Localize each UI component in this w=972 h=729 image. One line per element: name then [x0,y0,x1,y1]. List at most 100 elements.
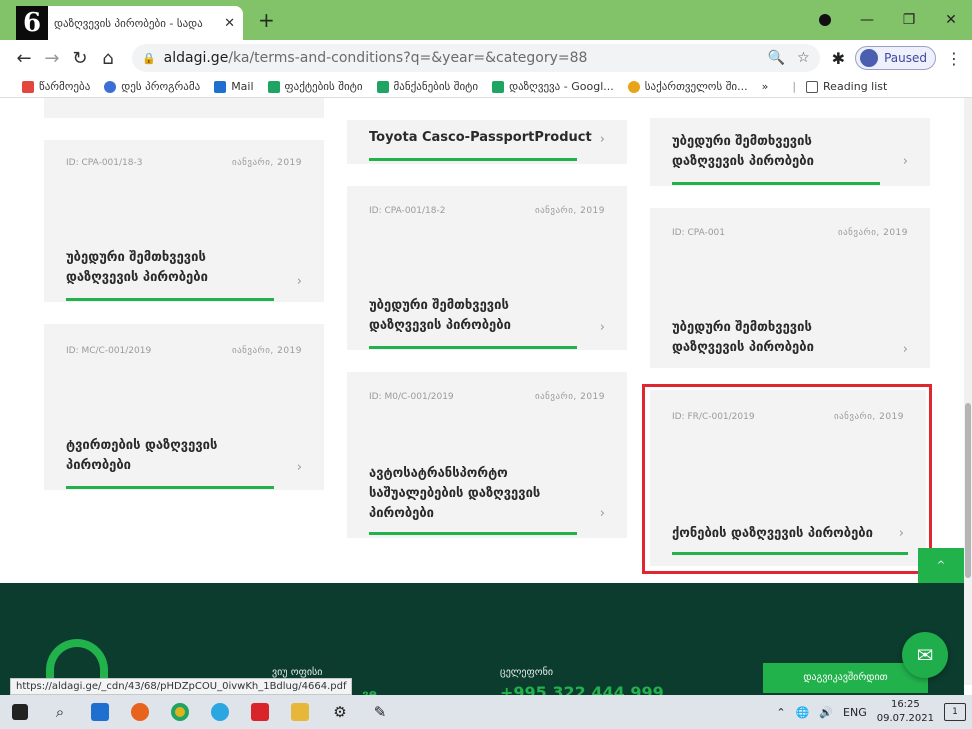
contact-us-button[interactable]: დაგვიკავშირდით [763,663,928,693]
bookmarks-overflow-icon[interactable]: » [762,80,769,93]
clock-time: 16:25 [890,699,920,710]
avatar [860,49,879,67]
card-date: იანვარი, 2019 [231,158,302,168]
card-underline [66,486,274,489]
language-indicator[interactable]: ENG [843,706,867,719]
chrome-icon[interactable] [160,695,200,729]
card-title[interactable]: Toyota Casco-PassportProduct [369,128,599,148]
browser-menu-icon[interactable]: ⋮ [946,49,962,68]
bookmark-item[interactable]: წარმოება [22,80,90,93]
chevron-right-icon[interactable]: › [903,342,908,357]
windows-start-icon[interactable] [0,695,40,729]
maximize-button[interactable]: ❐ [888,12,930,28]
scroll-to-top-button[interactable]: ^ [918,548,964,584]
tab-title: დაზღვევის პირობები - სადა [54,16,203,30]
tab-close-icon[interactable]: ✕ [224,16,235,31]
paint-icon[interactable]: ✎ [360,695,400,729]
terms-card[interactable]: Toyota Casco-PassportProduct › [347,120,627,164]
extensions-puzzle-icon[interactable]: ✱ [832,49,845,68]
chevron-right-icon[interactable]: › [903,154,908,169]
footer-phone[interactable]: +995 322 444 999 [500,683,664,695]
globe-icon [104,80,117,93]
messenger-chat-icon[interactable]: ✉ [902,632,948,678]
terms-card[interactable]: ID: M0/C-001/2019 იანვარი, 2019 ავტოსატრ… [347,372,627,538]
card-date: იანვარი, 2019 [231,346,302,356]
card-id: ID: CPA-001/18-3 [66,158,143,168]
outlook-icon [214,80,227,93]
profile-button[interactable]: Paused [855,46,936,70]
sheets-icon [492,80,505,93]
reading-list-button[interactable]: Reading list [806,80,887,93]
card-title[interactable]: ტვირთების დაზღვევის პირობები [66,436,266,476]
footer-address-label: ვიუ ოფისი [272,667,323,678]
volume-icon[interactable]: 🔊 [819,706,833,719]
bookmark-item[interactable]: დაზღვევა - Googl... [492,80,614,93]
page-scrollbar[interactable] [964,98,972,685]
acrobat-icon[interactable] [240,695,280,729]
skype-icon[interactable] [200,695,240,729]
terms-card[interactable]: ID: CPA-001 იანვარი, 2019 უბედური შემთხვ… [650,208,930,368]
firefox-icon[interactable] [120,695,160,729]
bookmark-item[interactable]: მანქანების შიტი [376,80,478,93]
minimize-button[interactable]: — [846,12,888,28]
address-bar[interactable]: 🔒 aldagi.ge /ka/terms-and-conditions?q=&… [131,44,820,72]
card-title[interactable]: ავტოსატრანსპორტო საშუალებების დაზღვევის … [369,464,579,524]
card-title[interactable]: უბედური შემთხვევის დაზღვევის პირობები [672,318,872,358]
highlight-annotation-box [642,384,932,574]
browser-tab-active[interactable]: დაზღვევის პირობები - სადა ✕ [40,6,243,40]
location-icon [627,80,640,93]
terms-card[interactable]: ID: CPA-001/18-2 იანვარი, 2019 უბედური შ… [347,186,627,350]
sheets-icon [267,80,280,93]
card-id: ID: CPA-001/18-2 [369,206,446,216]
chevron-right-icon[interactable]: › [600,132,605,147]
url-domain: aldagi.ge [163,50,229,66]
card-date: იანვარი, 2019 [837,228,908,238]
terms-card[interactable]: ID: CPA-001/18-3 იანვარი, 2019 უბედური შ… [44,140,324,302]
chevron-right-icon[interactable]: › [600,506,605,521]
back-arrow-icon[interactable]: ← [10,48,38,69]
terms-card[interactable] [44,98,324,118]
settings-gear-icon[interactable]: ⚙ [320,695,360,729]
card-underline [66,298,274,301]
network-icon[interactable]: 🌐 [796,706,810,719]
link-status-bar: https://aldagi.ge/_cdn/43/68/pHDZpCOU_0i… [10,678,353,695]
terms-card[interactable]: ID: MC/C-001/2019 იანვარი, 2019 ტვირთები… [44,324,324,490]
browser-tab-strip: 6 დაზღვევის პირობები - სადა ✕ + — ❐ ✕ [0,0,972,40]
card-id: ID: CPA-001 [672,228,725,238]
forward-arrow-icon[interactable]: → [38,48,66,69]
card-title[interactable]: უბედური შემთხვევის დაზღვევის პირობები [672,132,872,172]
chevron-right-icon[interactable]: › [297,460,302,475]
bookmark-item[interactable]: Mail [214,80,254,93]
divider: | [792,80,797,93]
bookmark-star-icon[interactable]: ☆ [797,50,810,66]
outlook-icon[interactable] [80,695,120,729]
scrollbar-thumb[interactable] [965,403,971,578]
url-path: /ka/terms-and-conditions?q=&year=&catego… [228,50,588,66]
chevron-up-icon[interactable]: ⌃ [776,706,785,719]
zoom-icon[interactable]: 🔍 [768,50,785,66]
card-date: იანვარი, 2019 [534,206,605,216]
chevron-right-icon[interactable]: › [297,274,302,289]
notifications-icon[interactable]: 1 [944,703,966,721]
windows-taskbar: ⌕ ⚙ ✎ ⌃ 🌐 🔊 ENG 16:25 09.07.2021 1 [0,695,972,729]
bookmark-icon [22,80,34,93]
lock-icon[interactable]: 🔒 [142,52,156,65]
chevron-right-icon[interactable]: › [600,320,605,335]
bookmark-item[interactable]: ფაქტების შიტი [267,80,363,93]
card-id: ID: MC/C-001/2019 [66,346,152,356]
terms-card[interactable]: უბედური შემთხვევის დაზღვევის პირობები › [650,118,930,186]
reload-icon[interactable]: ↻ [66,48,94,69]
close-window-button[interactable]: ✕ [930,12,972,28]
bookmark-item[interactable]: საქართველოს ში... [627,80,748,93]
profile-status: Paused [884,51,927,65]
search-icon[interactable]: ⌕ [40,695,80,729]
home-icon[interactable]: ⌂ [94,48,122,69]
card-title[interactable]: უბედური შემთხვევის დაზღვევის პირობები [369,296,569,336]
bookmark-item[interactable]: დეს პროგრამა [104,80,200,93]
card-title[interactable]: უბედური შემთხვევის დაზღვევის პირობები [66,248,266,288]
footer-address-value: ვe [362,687,377,695]
new-tab-button[interactable]: + [258,8,275,32]
window-controls: — ❐ ✕ [804,0,972,40]
file-explorer-icon[interactable] [280,695,320,729]
taskbar-clock[interactable]: 16:25 09.07.2021 [877,698,934,726]
